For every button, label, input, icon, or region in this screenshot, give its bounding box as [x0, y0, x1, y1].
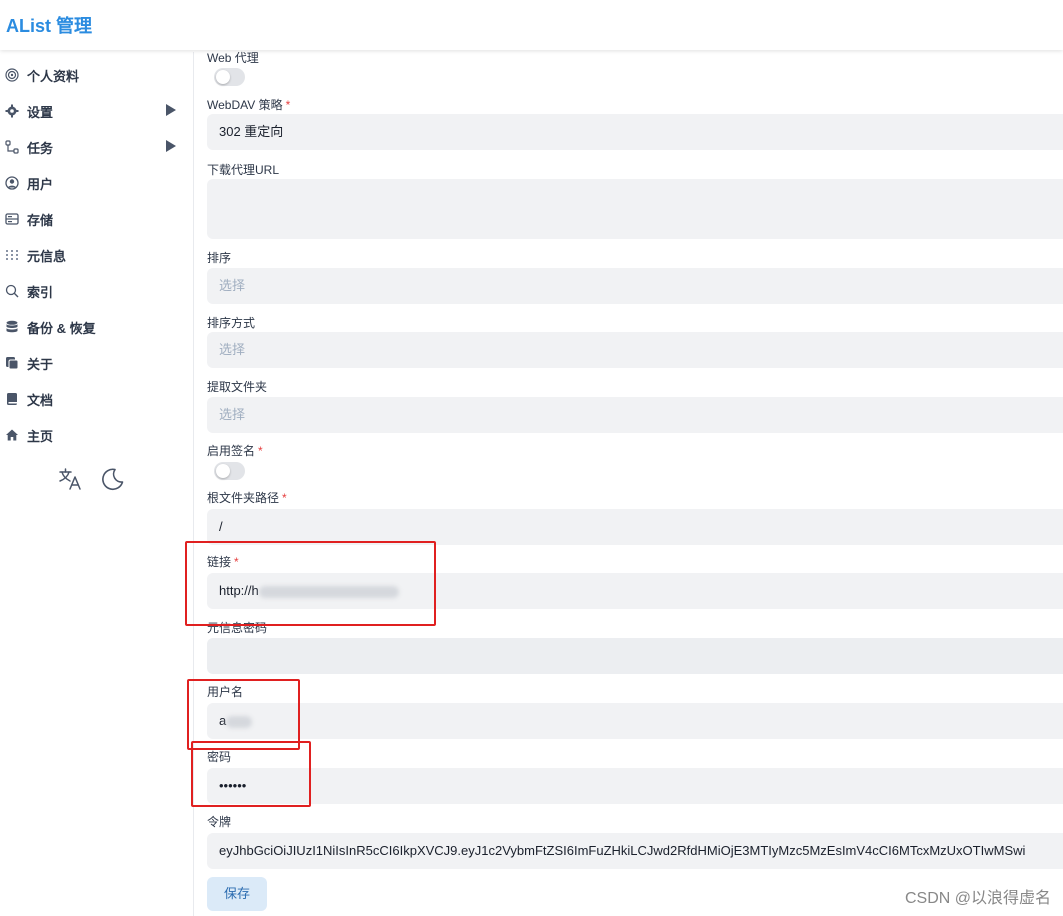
sidebar-item-storage[interactable]: 存储 — [0, 201, 194, 237]
moon-icon[interactable] — [100, 466, 126, 492]
sidebar: 个人资料 设置 任务 用户 存储 元信息 索引 备份 & 恢复 关于 文档 主页 — [0, 52, 194, 916]
storage-form: Web 代理 WebDAV 策略 * 302 重定向 下载代理URL 排序 选择 … — [194, 50, 1063, 916]
meta-icon — [6, 250, 18, 260]
sidebar-item-backup-restore[interactable]: 备份 & 恢复 — [0, 309, 194, 345]
enable-sign-toggle[interactable] — [214, 462, 245, 480]
root-folder-path-label: 根文件夹路径 * — [207, 491, 287, 505]
database-icon — [6, 320, 18, 333]
home-icon — [6, 429, 18, 441]
app-title[interactable]: AList 管理 — [6, 12, 92, 38]
root-folder-path-input[interactable]: / — [207, 509, 1063, 545]
sidebar-item-index[interactable]: 索引 — [0, 273, 194, 309]
webdav-policy-label: WebDAV 策略 * — [207, 98, 291, 112]
sidebar-item-docs[interactable]: 文档 — [0, 381, 194, 417]
password-input[interactable]: •••••• — [207, 768, 1063, 804]
redacted-text — [226, 715, 253, 728]
username-input[interactable]: a — [207, 703, 1063, 739]
sort-label: 排序 — [207, 251, 232, 265]
token-label: 令牌 — [207, 815, 232, 829]
sidebar-item-home[interactable]: 主页 — [0, 417, 194, 453]
top-header: AList 管理 — [0, 0, 1063, 50]
extract-folder-select[interactable]: 选择 — [207, 397, 1063, 433]
storage-icon — [5, 213, 19, 225]
username-visible-text: a — [219, 713, 227, 728]
caret-right-icon[interactable] — [166, 140, 176, 152]
sidebar-item-label: 存储 — [27, 213, 54, 228]
sidebar-item-label: 索引 — [27, 285, 54, 300]
password-label: 密码 — [207, 750, 232, 764]
sidebar-item-label: 主页 — [27, 429, 54, 444]
sidebar-item-tasks[interactable]: 任务 — [0, 129, 194, 165]
extract-folder-label: 提取文件夹 — [207, 380, 268, 394]
download-proxy-url-textarea[interactable] — [207, 179, 1063, 239]
sidebar-item-about[interactable]: 关于 — [0, 345, 194, 381]
sidebar-item-label: 个人资料 — [27, 69, 80, 84]
search-icon — [5, 284, 19, 298]
sidebar-item-label: 任务 — [27, 141, 54, 156]
book-icon — [7, 393, 17, 405]
watermark: CSDN @以浪得虚名 — [904, 890, 1051, 907]
fingerprint-icon — [5, 68, 19, 82]
webdav-policy-select[interactable]: 302 重定向 — [207, 114, 1063, 150]
sidebar-item-profile[interactable]: 个人资料 — [0, 57, 194, 93]
sidebar-item-label: 文档 — [27, 393, 54, 408]
gear-icon — [5, 104, 19, 118]
toggle-knob — [216, 70, 230, 84]
web-proxy-label: Web 代理 — [207, 51, 259, 65]
tasks-icon — [5, 140, 19, 154]
link-label: 链接 * — [207, 555, 239, 569]
sidebar-item-users[interactable]: 用户 — [0, 165, 194, 201]
link-visible-text: http://h — [219, 583, 259, 598]
toggle-knob — [216, 464, 230, 478]
download-proxy-url-label: 下载代理URL — [207, 163, 280, 177]
meta-password-label: 元信息密码 — [207, 621, 268, 635]
username-label: 用户名 — [207, 685, 244, 699]
token-input[interactable]: eyJhbGciOiJIUzI1NiIsInR5cCI6IkpXVCJ9.eyJ… — [207, 833, 1063, 869]
caret-right-icon[interactable] — [166, 104, 176, 116]
user-circle-icon — [5, 176, 19, 190]
sidebar-item-label: 元信息 — [27, 249, 67, 264]
sidebar-item-label: 关于 — [27, 357, 54, 372]
enable-sign-label: 启用签名 * — [207, 444, 263, 458]
sidebar-item-meta[interactable]: 元信息 — [0, 237, 194, 273]
sidebar-item-label: 用户 — [27, 177, 54, 192]
sidebar-item-settings[interactable]: 设置 — [0, 93, 194, 129]
sidebar-item-label: 设置 — [27, 105, 54, 120]
copy-icon — [6, 357, 19, 370]
meta-password-input[interactable] — [207, 638, 1063, 674]
sidebar-item-label: 备份 & 恢复 — [27, 321, 96, 336]
save-button[interactable]: 保存 — [207, 877, 267, 911]
sort-select[interactable]: 选择 — [207, 268, 1063, 304]
sort-direction-label: 排序方式 — [207, 316, 256, 330]
translate-icon[interactable] — [57, 466, 83, 492]
web-proxy-toggle[interactable] — [214, 68, 245, 86]
link-input[interactable]: http://h — [207, 573, 1063, 609]
sort-direction-select[interactable]: 选择 — [207, 332, 1063, 368]
redacted-text — [258, 585, 399, 598]
